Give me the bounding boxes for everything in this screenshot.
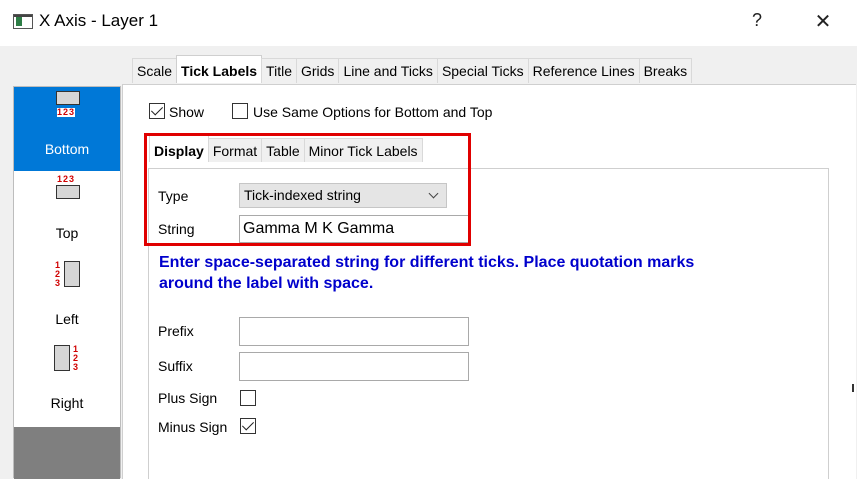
inner-tab-strip: Display Format Table Minor Tick Labels [149, 135, 423, 162]
tab-minor-tick-labels[interactable]: Minor Tick Labels [303, 138, 423, 162]
tab-tick-labels[interactable]: Tick Labels [176, 55, 263, 83]
window-edge-mark [852, 384, 854, 392]
suffix-label: Suffix [158, 358, 193, 374]
tab-breaks[interactable]: Breaks [638, 58, 693, 83]
sidebar-item-label: Left [55, 311, 79, 327]
minus-sign-checkbox[interactable] [240, 418, 256, 434]
outer-tab-strip: Scale Tick Labels Title Grids Line and T… [132, 55, 693, 84]
app-icon [13, 14, 33, 29]
type-select[interactable]: Tick-indexed string [239, 183, 447, 208]
show-checkbox[interactable] [149, 103, 165, 119]
axis-sidebar: 123 Bottom 123 Top 1 2 3 Left 1 2 3 Righ… [13, 86, 121, 479]
hint-line-1: Enter space-separated string for differe… [159, 254, 695, 271]
use-same-options-checkbox[interactable] [232, 103, 248, 119]
suffix-input[interactable] [239, 352, 469, 381]
minus-sign-label: Minus Sign [158, 419, 228, 435]
plus-sign-checkbox[interactable] [240, 390, 256, 406]
prefix-label: Prefix [158, 323, 194, 339]
window-title: X Axis - Layer 1 [39, 11, 159, 30]
string-label: String [158, 221, 195, 237]
close-button[interactable]: ✕ [808, 9, 838, 34]
string-hint: Enter space-separated string for differe… [159, 252, 799, 294]
title-bar: X Axis - Layer 1 ? ✕ [0, 0, 857, 46]
tab-special-ticks[interactable]: Special Ticks [436, 58, 529, 83]
show-label: Show [169, 104, 205, 120]
sidebar-item-label: Right [50, 395, 84, 411]
sidebar-item-label: Top [55, 225, 79, 241]
chevron-down-icon [428, 188, 439, 199]
tab-grids[interactable]: Grids [295, 58, 340, 83]
string-input[interactable] [239, 215, 469, 243]
sidebar-item-label: Bottom [44, 141, 90, 157]
tab-title[interactable]: Title [261, 58, 297, 83]
prefix-input[interactable] [239, 317, 469, 346]
sidebar-item-bottom[interactable]: 123 Bottom [14, 87, 120, 171]
help-button[interactable]: ? [742, 10, 772, 31]
plus-sign-label: Plus Sign [158, 390, 218, 406]
sidebar-empty-area [14, 427, 120, 479]
tab-display[interactable]: Display [149, 135, 209, 162]
sidebar-item-left[interactable]: 1 2 3 Left [14, 255, 120, 339]
use-same-options-label: Use Same Options for Bottom and Top [253, 104, 493, 120]
type-select-value: Tick-indexed string [244, 187, 361, 203]
sidebar-item-top[interactable]: 123 Top [14, 171, 120, 255]
sidebar-item-right[interactable]: 1 2 3 Right [14, 339, 120, 423]
tab-reference-lines[interactable]: Reference Lines [527, 58, 640, 83]
tab-line-and-ticks[interactable]: Line and Ticks [338, 58, 438, 83]
hint-line-2: around the label with space. [159, 275, 374, 292]
tab-format[interactable]: Format [207, 138, 263, 162]
type-label: Type [158, 188, 189, 204]
tab-scale[interactable]: Scale [132, 58, 178, 83]
tab-table[interactable]: Table [261, 138, 305, 162]
